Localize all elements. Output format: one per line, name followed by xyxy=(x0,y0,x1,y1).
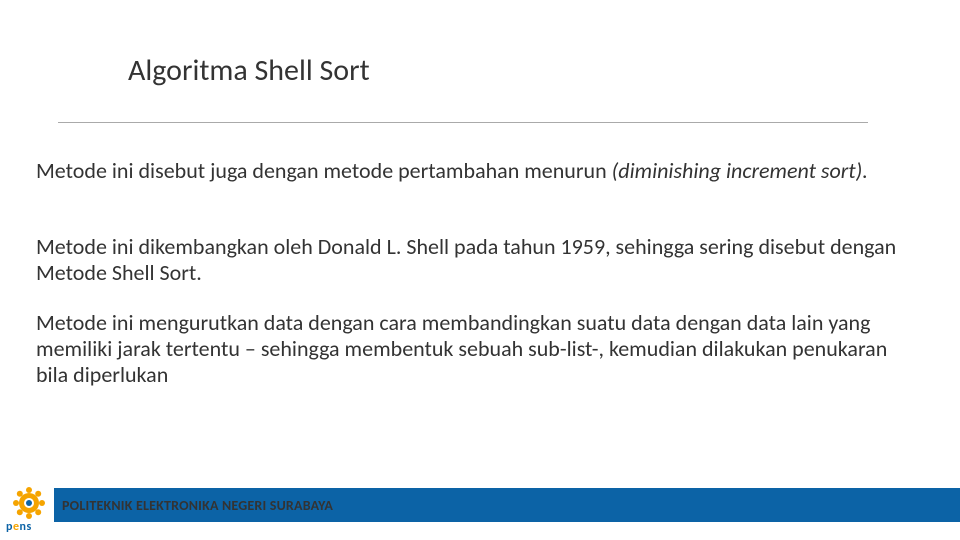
pens-logo: pens xyxy=(6,486,54,534)
paragraph-1-italic: (diminishing increment sort). xyxy=(612,157,868,184)
paragraph-1: Metode ini disebut juga dengan metode pe… xyxy=(36,158,900,184)
footer-text: POLITEKNIK ELEKTRONIKA NEGERI SURABAYA xyxy=(62,497,333,514)
logo-letter-p: p xyxy=(6,520,13,534)
paragraph-2: Metode ini dikembangkan oleh Donald L. S… xyxy=(36,234,900,286)
pens-logo-text: pens xyxy=(6,520,32,534)
title-underline xyxy=(58,122,868,123)
gear-icon xyxy=(12,486,46,520)
paragraph-1-plain: Metode ini disebut juga dengan metode pe… xyxy=(36,157,612,184)
logo-letter-s: s xyxy=(26,520,31,534)
footer-bar: POLITEKNIK ELEKTRONIKA NEGERI SURABAYA xyxy=(54,488,960,522)
slide-title: Algoritma Shell Sort xyxy=(128,52,370,89)
paragraph-3: Metode ini mengurutkan data dengan cara … xyxy=(36,310,900,388)
